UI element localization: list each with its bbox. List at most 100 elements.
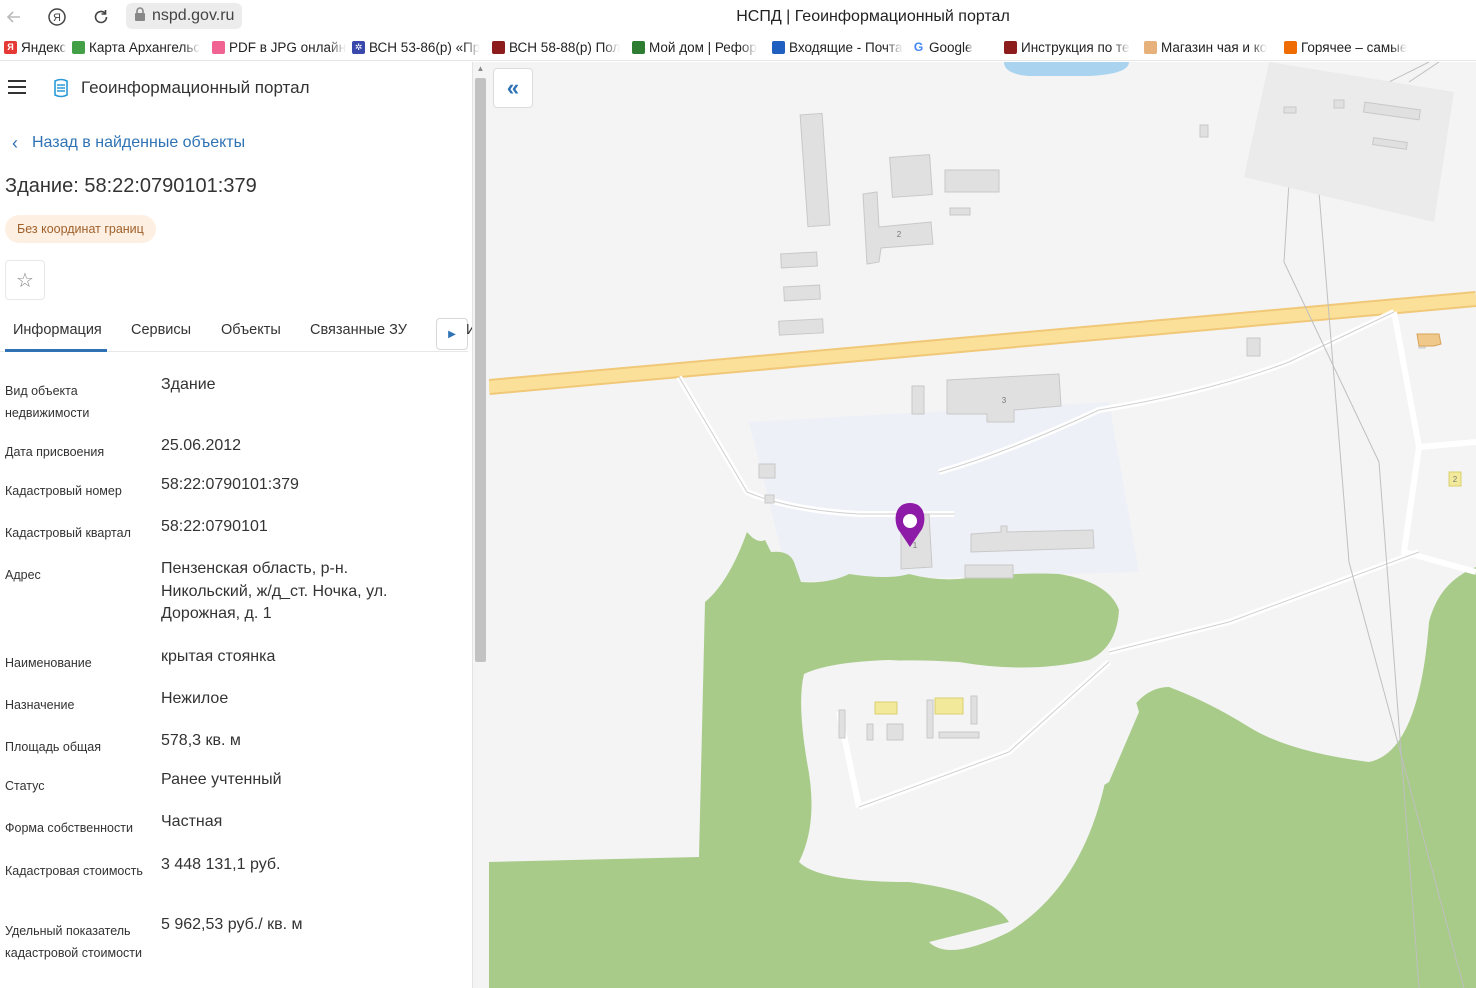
tabs-bar: Информация Сервисы Объекты Связанные ЗУ … — [0, 314, 472, 352]
bookmark-label: Google — [929, 39, 973, 55]
status-badge: Без координат границ — [5, 215, 156, 243]
bookmark-label: Карта Архангельс — [89, 39, 201, 55]
tab-services[interactable]: Сервисы — [131, 322, 191, 338]
bookmark-item[interactable]: G Google — [912, 34, 1004, 60]
info-value: 58:22:0790101:379 — [161, 476, 299, 493]
bookmark-favicon-icon — [1284, 40, 1297, 54]
bookmark-favicon-icon — [632, 40, 645, 54]
menu-icon[interactable] — [8, 80, 26, 94]
page-title: Здание: 58:22:0790101:379 — [5, 175, 257, 197]
bookmark-item[interactable]: ВСН 58-88(р) Пол — [492, 34, 632, 60]
bookmark-favicon-icon — [212, 40, 225, 54]
info-label: Удельный показатель кадастровой стоимост… — [5, 924, 142, 960]
bookmark-label: ВСН 53-86(р) «Пр — [369, 39, 481, 55]
bookmark-item[interactable]: Карта Архангельс — [72, 34, 212, 60]
tabs-scroll-right-button[interactable]: ▶ — [436, 318, 468, 350]
bookmark-favicon-icon — [1004, 40, 1017, 54]
info-value: 58:22:0790101 — [161, 518, 268, 535]
page-tab-title: НСПД | Геоинформационный портал — [736, 8, 1010, 25]
active-tab-indicator — [5, 349, 107, 352]
bookmark-favicon-icon — [72, 40, 85, 54]
reload-icon[interactable] — [89, 5, 113, 29]
info-label: Форма собственности — [5, 821, 133, 835]
info-label: Кадастровый квартал — [5, 526, 131, 540]
svg-text:Я: Я — [53, 12, 61, 24]
info-label: Кадастровая стоимость — [5, 864, 143, 878]
map-view[interactable]: 2 3 1 2 — [489, 62, 1476, 988]
info-label: Кадастровый номер — [5, 484, 122, 498]
yandex-icon[interactable]: Я — [45, 5, 69, 29]
bookmark-favicon-glyph: Я — [7, 42, 14, 52]
bookmark-label: PDF в JPG онлайн — [229, 39, 347, 55]
map-canvas[interactable]: 2 3 1 2 — [489, 62, 1476, 988]
back-to-results-link[interactable]: ‹ Назад в найденные объекты — [12, 134, 245, 152]
bookmark-favicon-icon: G — [912, 40, 925, 54]
panel-scrollbar-thumb[interactable] — [475, 78, 486, 662]
info-value: Частная — [161, 813, 223, 830]
bookmark-item[interactable]: Горячее – самые — [1284, 34, 1424, 60]
info-value: Ранее учтенный — [161, 771, 282, 788]
info-value: крытая стоянка — [161, 648, 276, 665]
bookmark-label: Яндекс — [21, 39, 67, 55]
bookmark-label: Мой дом | Рефор — [649, 39, 757, 55]
caret-right-icon: ▶ — [448, 328, 456, 340]
chevron-left-icon: ‹ — [12, 133, 18, 153]
info-value: 25.06.2012 — [161, 437, 242, 454]
star-icon: ☆ — [16, 269, 34, 292]
building-number: 2 — [897, 230, 902, 239]
bookmark-favicon-icon — [772, 40, 785, 54]
bookmark-label: Инструкция по те — [1021, 39, 1130, 55]
info-label: Дата присвоения — [5, 445, 105, 459]
info-label: Адрес — [5, 568, 41, 582]
tab-information[interactable]: Информация — [13, 322, 102, 338]
browser-toolbar: Я nspd.gov.ru НСПД | Геоинформационный п… — [0, 0, 1476, 34]
bookmark-favicon-icon: ✲ — [352, 40, 365, 54]
bookmark-item[interactable]: Инструкция по те — [1004, 34, 1144, 60]
bookmark-favicon-icon — [1144, 40, 1157, 54]
url-text: nspd.gov.ru — [152, 7, 235, 24]
info-value: 578,3 кв. м — [161, 732, 241, 749]
bookmark-favicon-icon — [492, 40, 505, 54]
bookmarks-bar: Я Яндекс Карта Архангельс PDF в JPG онлайн ✲… — [0, 34, 1476, 61]
building-number: 2 — [1453, 475, 1458, 484]
bookmark-item[interactable]: Магазин чая и ко — [1144, 34, 1284, 60]
info-value: Здание — [161, 376, 216, 393]
object-info-panel: Геоинформационный портал ‹ Назад в найде… — [0, 62, 472, 988]
back-arrow-icon[interactable] — [2, 5, 26, 29]
settlement-area — [749, 402, 1139, 582]
app-title: Геоинформационный портал — [81, 78, 310, 97]
info-value: Пензенская область, р-н. Никольский, ж/д… — [161, 560, 388, 622]
back-link-label: Назад в найденные объекты — [32, 134, 246, 151]
info-label: Наименование — [5, 656, 92, 670]
info-value: 3 448 131,1 руб. — [161, 856, 281, 873]
bookmark-label: Горячее – самые — [1301, 39, 1408, 55]
portal-logo-icon — [52, 78, 70, 98]
bookmark-item[interactable]: ✲ ВСН 53-86(р) «Пр — [352, 34, 492, 60]
info-label: Статус — [5, 779, 45, 793]
building-number: 1 — [913, 541, 918, 550]
lock-icon — [134, 6, 146, 26]
building-number: 3 — [1002, 396, 1007, 405]
address-bar[interactable]: nspd.gov.ru — [126, 3, 243, 29]
info-label: Вид объекта недвижимости — [5, 384, 90, 420]
info-label: Площадь общая — [5, 740, 102, 754]
bookmark-favicon-glyph: ✲ — [354, 41, 363, 52]
double-chevron-left-icon: « — [506, 75, 520, 100]
bookmark-item[interactable]: Мой дом | Рефор — [632, 34, 772, 60]
tab-objects[interactable]: Объекты — [221, 322, 281, 338]
tab-linked-parcels[interactable]: Связанные ЗУ — [310, 322, 407, 338]
collapse-panel-button[interactable]: « — [493, 68, 533, 108]
info-value: Нежилое — [161, 690, 229, 707]
bookmark-item[interactable]: Входящие - Почта — [772, 34, 912, 60]
bookmark-favicon-glyph: G — [913, 40, 924, 54]
app-header: Геоинформационный портал — [0, 62, 472, 114]
bookmark-item[interactable]: PDF в JPG онлайн — [212, 34, 352, 60]
bookmark-favicon-icon: Я — [4, 40, 17, 54]
bookmark-label: Магазин чая и ко — [1161, 39, 1268, 55]
info-label: Назначение — [5, 698, 75, 712]
favorite-button[interactable]: ☆ — [5, 260, 45, 300]
info-value: 5 962,53 руб./ кв. м — [161, 916, 303, 933]
scroll-up-arrow-icon[interactable]: ▲ — [476, 64, 485, 73]
bookmark-label: Входящие - Почта — [789, 39, 903, 55]
bookmark-item[interactable]: Я Яндекс — [0, 34, 72, 60]
